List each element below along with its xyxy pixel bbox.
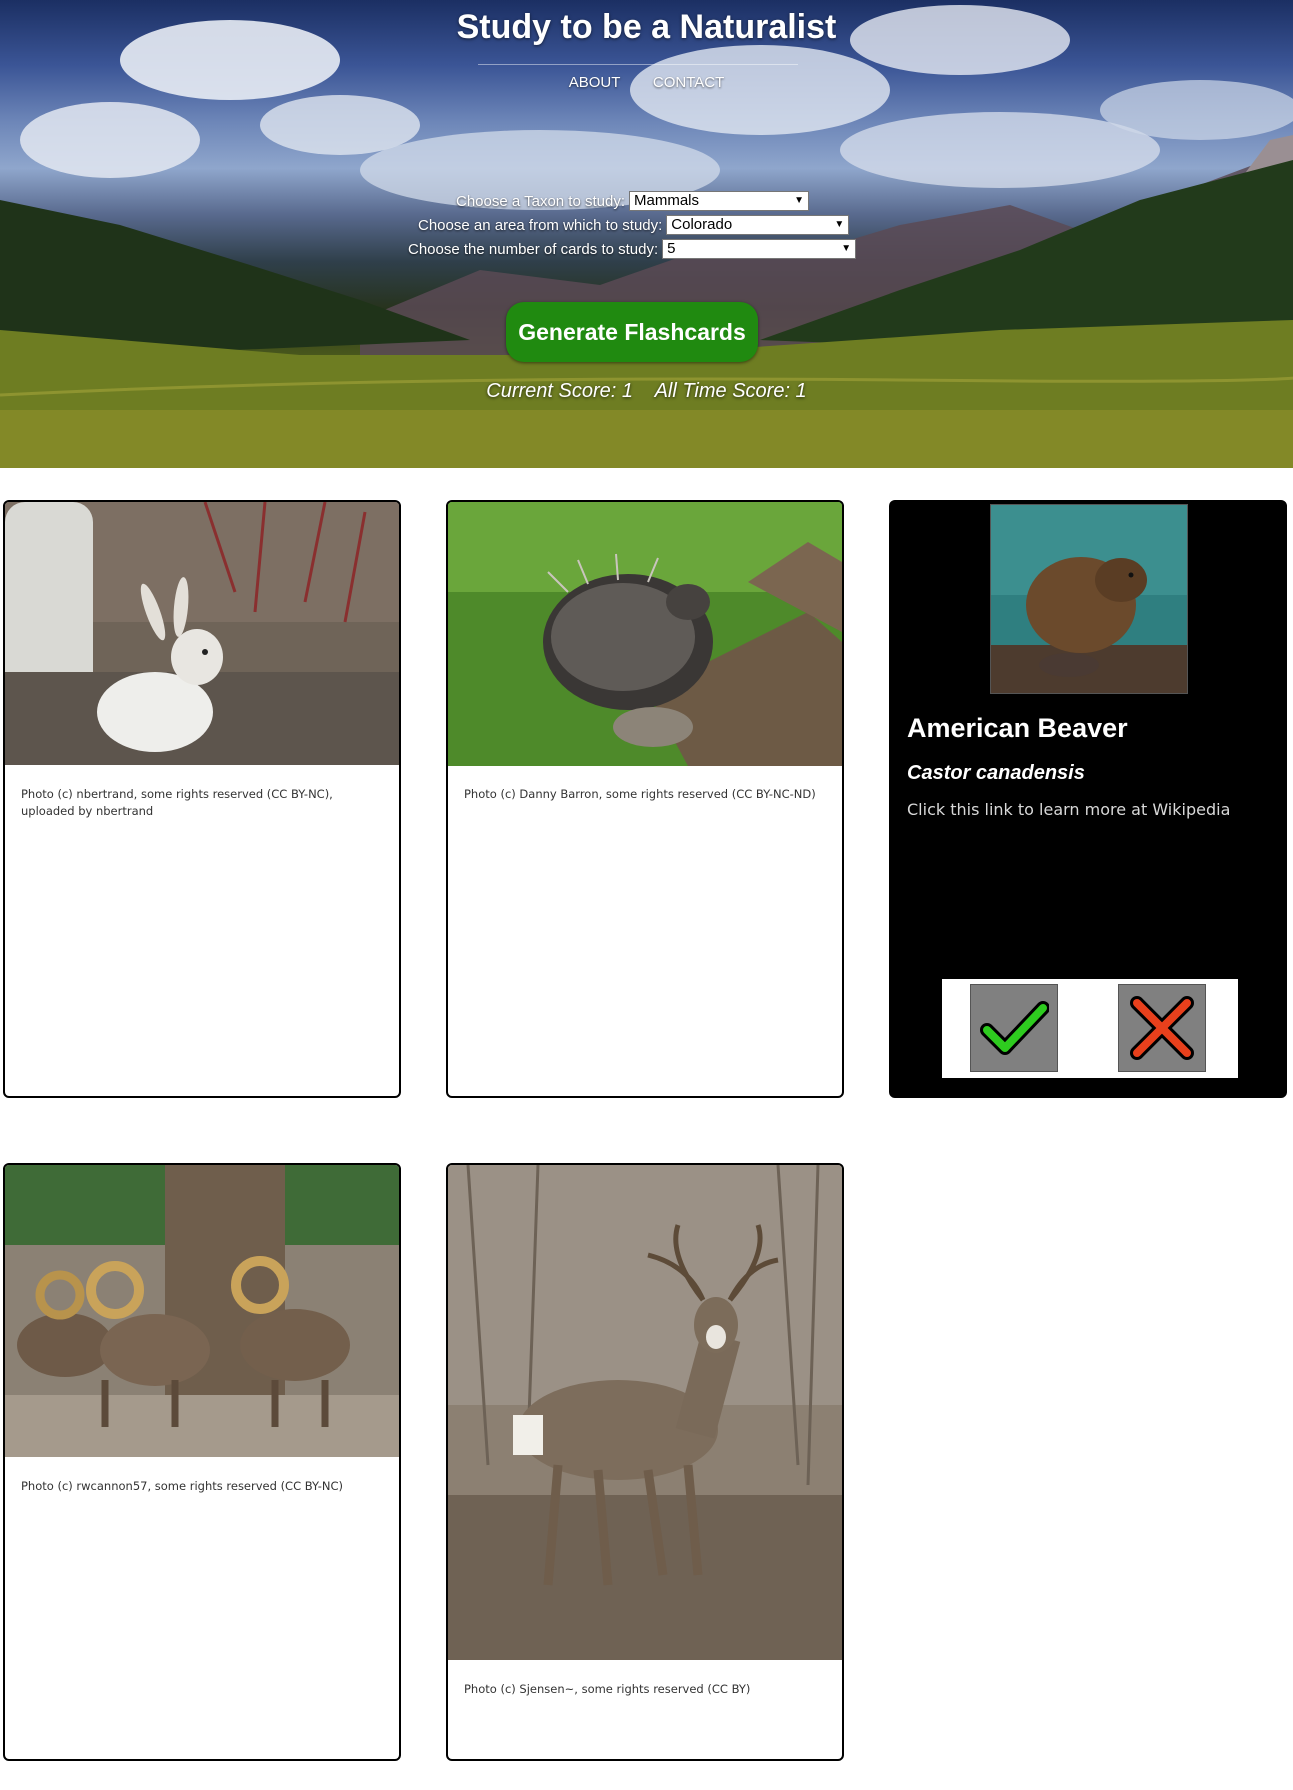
porcupine-photo: [448, 502, 842, 766]
count-select[interactable]: 5 ▼: [662, 239, 857, 259]
area-row: Choose an area from which to study: Colo…: [418, 215, 850, 235]
flashcard[interactable]: Photo (c) Danny Barron, some rights rese…: [446, 500, 844, 1098]
area-label: Choose an area from which to study:: [418, 216, 663, 234]
wikipedia-link[interactable]: Click this link to learn more at Wikiped…: [907, 800, 1230, 819]
taxon-row: Choose a Taxon to study: Mammals ▼: [456, 191, 809, 211]
mule-deer-photo: [448, 1165, 842, 1660]
chevron-down-icon: ▼: [834, 219, 845, 230]
all-time-score: All Time Score: 1: [654, 380, 807, 402]
area-select[interactable]: Colorado ▼: [666, 215, 850, 235]
taxon-select-value: Mammals: [634, 192, 700, 209]
flashcard[interactable]: Photo (c) rwcannon57, some rights reserv…: [3, 1163, 401, 1761]
beaver-photo: [990, 504, 1188, 694]
common-name: American Beaver: [907, 713, 1128, 743]
bighorn-sheep-photo: [5, 1165, 399, 1457]
hare-photo: [5, 502, 399, 765]
correct-button[interactable]: [970, 984, 1058, 1072]
score-display: Current Score: 1 All Time Score: 1: [0, 380, 1293, 403]
title-divider: [478, 64, 798, 65]
count-select-value: 5: [667, 240, 676, 257]
taxon-select[interactable]: Mammals ▼: [629, 191, 809, 211]
area-select-value: Colorado: [671, 216, 733, 233]
photo-credit: Photo (c) rwcannon57, some rights reserv…: [21, 1479, 343, 1493]
nav-contact-link[interactable]: CONTACT: [653, 74, 724, 91]
main-nav: ABOUT CONTACT: [0, 74, 1293, 92]
count-row: Choose the number of cards to study: 5 ▼: [408, 239, 857, 259]
flashcard[interactable]: Photo (c) Sjensen~, some rights reserved…: [446, 1163, 844, 1761]
site-title: Study to be a Naturalist: [456, 8, 837, 46]
incorrect-button[interactable]: [1118, 984, 1206, 1072]
photo-credit: Photo (c) Danny Barron, some rights rese…: [464, 787, 816, 801]
count-label: Choose the number of cards to study:: [408, 240, 659, 258]
checkmark-icon: [980, 1001, 1049, 1055]
hero-banner: Study to be a Naturalist ABOUT CONTACT C…: [0, 0, 1293, 468]
current-score: Current Score: 1: [486, 380, 634, 402]
flashcard-answer-side[interactable]: American Beaver Castor canadensis Click …: [889, 500, 1287, 1098]
scientific-name: Castor canadensis: [907, 762, 1085, 784]
photo-credit: Photo (c) nbertrand, some rights reserve…: [21, 787, 333, 818]
flashcard[interactable]: Photo (c) nbertrand, some rights reserve…: [3, 500, 401, 1098]
taxon-label: Choose a Taxon to study:: [456, 192, 625, 210]
x-mark-icon: [1130, 996, 1194, 1060]
chevron-down-icon: ▼: [841, 243, 852, 254]
nav-about-link[interactable]: ABOUT: [569, 74, 621, 91]
chevron-down-icon: ▼: [794, 195, 804, 206]
photo-credit: Photo (c) Sjensen~, some rights reserved…: [464, 1682, 751, 1696]
generate-flashcards-button[interactable]: Generate Flashcards: [506, 302, 758, 362]
answer-buttons: [942, 979, 1238, 1078]
